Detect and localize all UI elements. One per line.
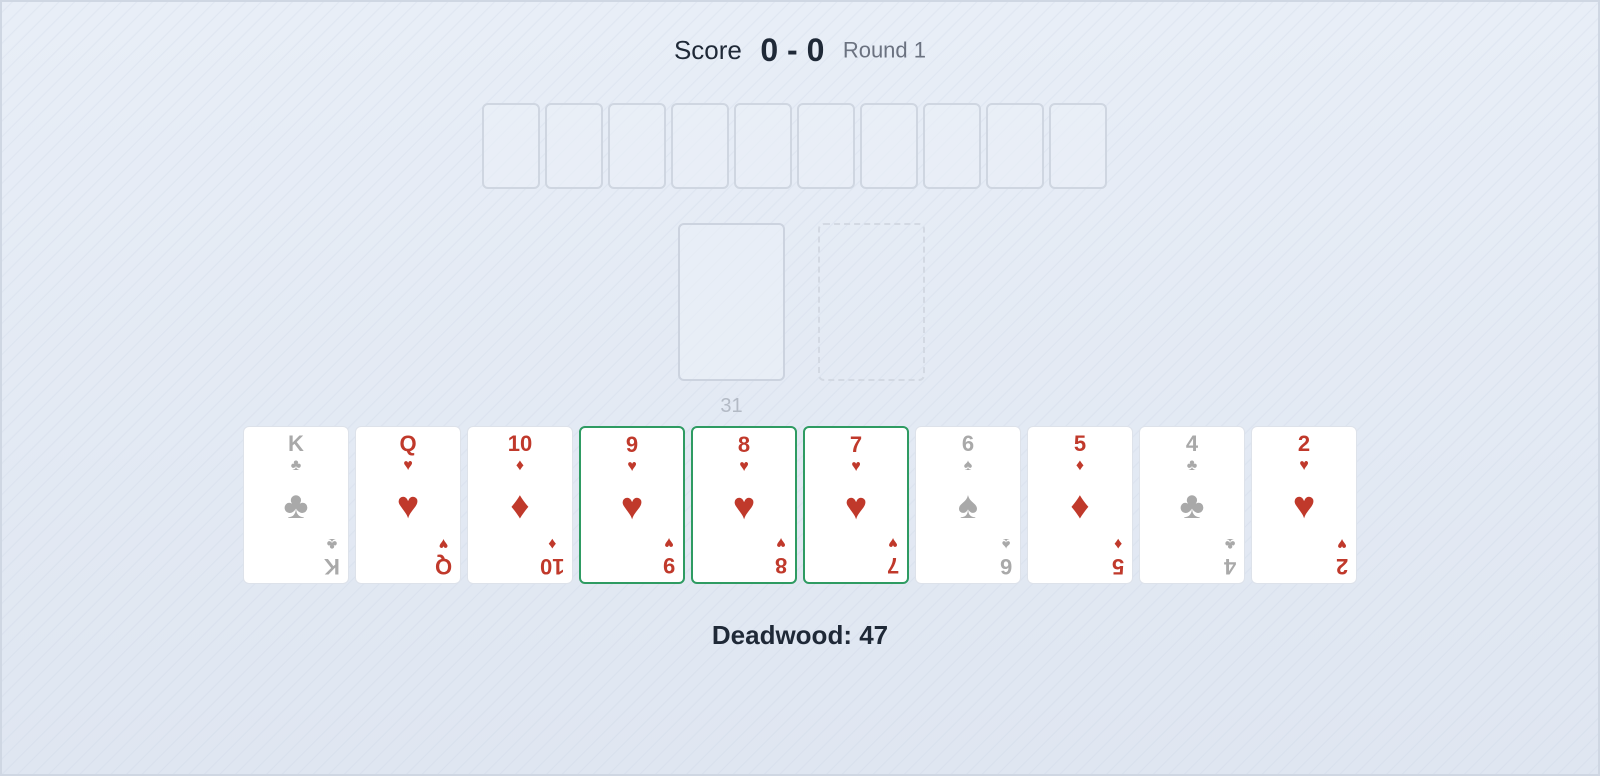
card-corner-bottom: 2 ♥	[1335, 535, 1348, 579]
card-suit-icon: ♥	[438, 535, 449, 552]
card-suit-icon: ♦	[515, 457, 525, 474]
card-center-suit-icon: ♥	[1292, 485, 1316, 527]
card-suit-icon: ♣	[290, 457, 302, 474]
card-center-suit-icon: ♣	[1179, 485, 1205, 527]
card-suit-icon: ♥	[776, 534, 786, 551]
player-hand: K ♣ ♣ K ♣ Q ♥ ♥ Q ♥ 10 ♦ ♦ 10 ♦ 9 ♥ ♥ 9 ♥ 8 ♥ ♥ 8 ♥ 7 ♥ ♥ 7 ♥ 6 ♠ ♠ 6 ♠ 5 ♦ ♦…	[243, 426, 1357, 584]
card-center-suit-icon: ♥	[396, 485, 420, 527]
card-rank: 7	[886, 553, 899, 578]
card-corner-bottom: 10 ♦	[539, 535, 564, 579]
card-corner-bottom: 9 ♥	[662, 534, 675, 578]
card-corner-bottom: 5 ♦	[1111, 535, 1124, 579]
card-suit-icon: ♥	[664, 534, 674, 551]
card-6-spades[interactable]: 6 ♠ ♠ 6 ♠	[915, 426, 1021, 584]
opponent-card-slot	[545, 103, 603, 189]
card-9-hearts[interactable]: 9 ♥ ♥ 9 ♥	[579, 426, 685, 584]
card-8-hearts[interactable]: 8 ♥ ♥ 8 ♥	[691, 426, 797, 584]
opponent-card-slot	[482, 103, 540, 189]
card-suit-icon: ♥	[851, 458, 861, 475]
card-suit-icon: ♠	[1001, 535, 1011, 552]
card-center-suit-icon: ♥	[620, 486, 644, 528]
card-rank: 5	[1111, 554, 1124, 579]
card-suit-icon: ♥	[739, 458, 749, 475]
card-suit-icon: ♣	[1186, 457, 1198, 474]
stock-pile[interactable]	[678, 223, 785, 381]
card-suit-icon: ♦	[547, 535, 556, 552]
opponent-hand	[482, 103, 1107, 189]
card-suit-icon: ♦	[1113, 535, 1122, 552]
card-rank: 6	[999, 554, 1012, 579]
opponent-card-slot	[671, 103, 729, 189]
opponent-card-slot	[923, 103, 981, 189]
card-rank: K	[288, 431, 304, 456]
card-center-suit-icon: ♦	[1070, 485, 1090, 527]
card-rank: Q	[399, 431, 417, 456]
card-queen-hearts[interactable]: Q ♥ ♥ Q ♥	[355, 426, 461, 584]
card-rank: K	[324, 554, 340, 579]
card-corner-bottom: 8 ♥	[774, 534, 787, 578]
card-suit-icon: ♥	[627, 458, 637, 475]
card-suit-icon: ♥	[1337, 535, 1347, 552]
card-4-clubs[interactable]: 4 ♣ ♣ 4 ♣	[1139, 426, 1245, 584]
card-rank: 10	[507, 431, 533, 456]
card-suit-icon: ♣	[326, 535, 338, 552]
score-label: Score	[673, 35, 742, 65]
card-rank: 9	[662, 553, 675, 578]
card-center-suit-icon: ♥	[732, 486, 756, 528]
card-suit-icon: ♥	[403, 457, 413, 474]
card-center-suit-icon: ♦	[510, 485, 530, 527]
card-corner-bottom: 4 ♣	[1223, 535, 1236, 579]
card-corner-bottom: K ♣	[324, 535, 340, 579]
opponent-card-slot	[734, 103, 792, 189]
score-value: 0 - 0	[760, 32, 825, 68]
card-king-clubs[interactable]: K ♣ ♣ K ♣	[243, 426, 349, 584]
card-suit-icon: ♣	[1224, 535, 1236, 552]
card-rank: 2	[1297, 431, 1311, 456]
opponent-card-slot	[860, 103, 918, 189]
card-suit-icon: ♥	[1299, 457, 1309, 474]
card-rank: 8	[737, 432, 751, 457]
card-suit-icon: ♠	[963, 457, 973, 474]
card-rank: 4	[1185, 431, 1199, 456]
card-rank: 10	[539, 554, 564, 579]
deadwood-count: Deadwood: 47	[711, 620, 889, 650]
round-label: Round 1	[842, 37, 927, 63]
card-rank: 6	[961, 431, 975, 456]
card-rank: 2	[1335, 554, 1348, 579]
card-corner-bottom: 6 ♠	[999, 535, 1012, 579]
score-header: Score 0 - 0 Round 1	[2, 32, 1598, 69]
card-2-hearts[interactable]: 2 ♥ ♥ 2 ♥	[1251, 426, 1357, 584]
card-rank: Q	[434, 554, 452, 579]
card-rank: 9	[625, 432, 639, 457]
card-7-hearts[interactable]: 7 ♥ ♥ 7 ♥	[803, 426, 909, 584]
stock-count: 31	[720, 395, 743, 417]
card-center-suit-icon: ♠	[957, 485, 979, 527]
card-rank: 7	[849, 432, 863, 457]
card-10-diamonds[interactable]: 10 ♦ ♦ 10 ♦	[467, 426, 573, 584]
card-center-suit-icon: ♣	[283, 485, 309, 527]
opponent-card-slot	[1049, 103, 1107, 189]
card-rank: 4	[1223, 554, 1236, 579]
discard-pile[interactable]	[818, 223, 925, 381]
opponent-card-slot	[608, 103, 666, 189]
card-5-diamonds[interactable]: 5 ♦ ♦ 5 ♦	[1027, 426, 1133, 584]
opponent-card-slot	[986, 103, 1044, 189]
card-suit-icon: ♦	[1075, 457, 1085, 474]
card-center-suit-icon: ♥	[844, 486, 868, 528]
opponent-card-slot	[797, 103, 855, 189]
card-rank: 5	[1073, 431, 1087, 456]
card-corner-bottom: 7 ♥	[886, 534, 899, 578]
card-corner-bottom: Q ♥	[434, 535, 452, 579]
card-suit-icon: ♥	[888, 534, 898, 551]
card-rank: 8	[774, 553, 787, 578]
